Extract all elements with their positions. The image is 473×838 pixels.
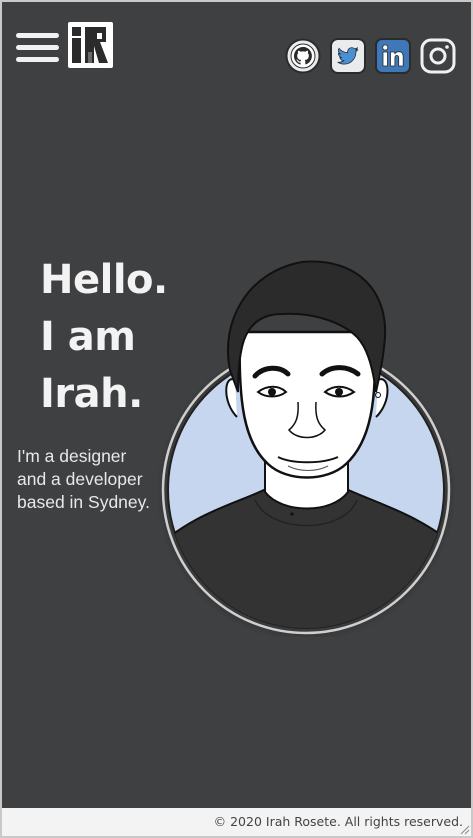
- linkedin-link[interactable]: [375, 38, 411, 74]
- github-link[interactable]: [285, 38, 321, 74]
- linkedin-icon: [375, 38, 411, 74]
- intro-line: and a developer: [17, 469, 143, 489]
- github-icon: [285, 38, 321, 74]
- twitter-link[interactable]: [330, 38, 366, 74]
- footer: © 2020 Irah Rosete. All rights reserved.: [2, 808, 471, 836]
- page: Hello. I am Irah. I'm a designer and a d…: [2, 2, 471, 836]
- intro-line: I'm a designer: [17, 446, 127, 466]
- instagram-link[interactable]: [420, 38, 456, 74]
- menu-bar: [16, 33, 59, 38]
- headline-line: Irah.: [40, 371, 143, 417]
- hero-headline: Hello. I am Irah.: [40, 252, 168, 423]
- portrait-illustration: [156, 260, 456, 637]
- menu-bar: [16, 57, 59, 62]
- headline-line: Hello.: [40, 257, 168, 303]
- twitter-icon: [330, 38, 366, 74]
- copyright-text: © 2020 Irah Rosete. All rights reserved.: [213, 814, 463, 829]
- resize-grip-icon[interactable]: [458, 823, 470, 835]
- intro-line: based in Sydney.: [17, 492, 150, 512]
- hero-intro: I'm a designer and a developer based in …: [17, 445, 150, 514]
- logo-icon[interactable]: [68, 22, 113, 68]
- headline-line: I am: [40, 314, 136, 360]
- menu-bar: [16, 45, 59, 50]
- instagram-icon: [420, 38, 456, 74]
- menu-button[interactable]: [16, 33, 59, 63]
